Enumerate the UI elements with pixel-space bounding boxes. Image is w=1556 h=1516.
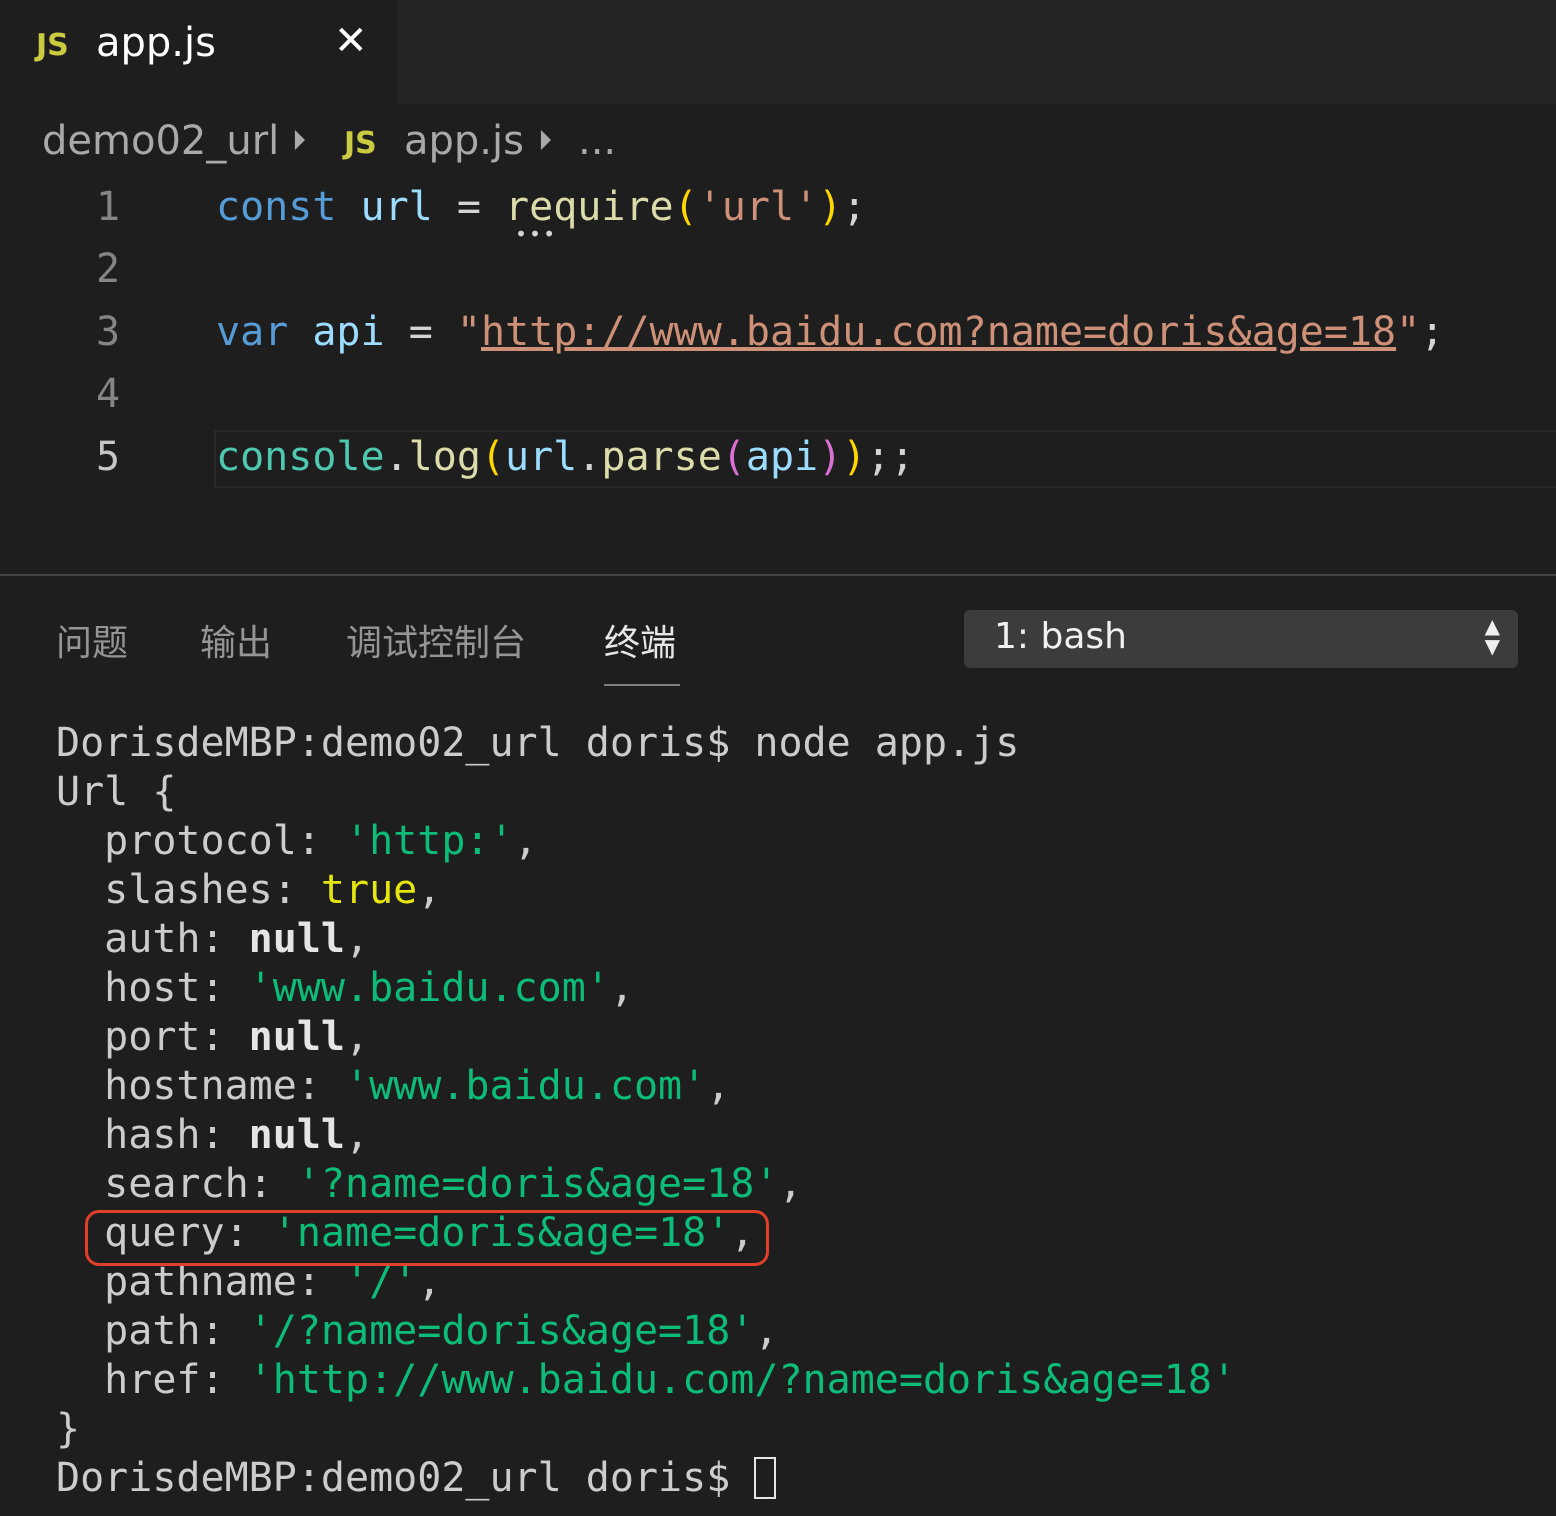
terminal-select[interactable]: 1: bash ▲ ▼ (964, 610, 1518, 668)
terminal-field-line: protocol: 'http:', (56, 818, 538, 867)
code-line-1: 1 const url = require('url'); (0, 180, 1556, 242)
tab-output[interactable]: 输出 (200, 614, 272, 666)
field-tail: , (513, 818, 538, 864)
line-number: 1 (96, 184, 121, 230)
field-value: 'http://www.baidu.com/?name=doris&age=18… (248, 1357, 1237, 1403)
terminal-field-line: hostname: 'www.baidu.com', (56, 1063, 730, 1112)
field-key: port: (56, 1014, 249, 1060)
code-line-3: 3 var api = "http://www.baidu.com?name=d… (0, 305, 1556, 367)
field-tail: , (344, 1014, 370, 1060)
line-number: 3 (96, 309, 121, 355)
field-key: hostname: (56, 1063, 345, 1109)
breadcrumb-more[interactable]: ... (578, 118, 616, 164)
field-key: slashes: (56, 867, 321, 913)
tab-app-js[interactable]: JS app.js ✕ (0, 0, 398, 104)
code-line-5: 5 console.log(url.parse(api));; (0, 430, 1556, 492)
chevron-right-icon: ⏵ (292, 124, 307, 157)
field-tail: , (344, 1112, 370, 1158)
line-number: 2 (96, 246, 121, 292)
line-number: 5 (96, 434, 121, 480)
terminal-field-line: pathname: '/', (56, 1259, 441, 1308)
editor-tab-bar: JS app.js ✕ (0, 0, 1556, 104)
close-icon[interactable]: ✕ (334, 18, 368, 64)
terminal-select-value: 1: bash (994, 616, 1127, 657)
terminal-cursor (754, 1457, 777, 1499)
terminal-field-line: hash: null, (56, 1112, 369, 1161)
tab-terminal[interactable]: 终端 (604, 614, 676, 666)
field-value: 'http:' (344, 818, 514, 864)
terminal-field-line: port: null, (56, 1014, 369, 1063)
query-highlight-box (85, 1210, 769, 1266)
terminal-line: Url { (56, 769, 177, 815)
terminal-prompt-line: DorisdeMBP:demo02_url doris$ (56, 1455, 777, 1504)
field-value: '?name=doris&age=18' (296, 1161, 779, 1207)
field-key: protocol: (56, 818, 345, 864)
terminal-field-line: host: 'www.baidu.com', (56, 965, 634, 1014)
js-file-icon: JS (36, 28, 69, 63)
field-key: host: (56, 965, 249, 1011)
field-key: auth: (56, 916, 249, 962)
chevron-right-icon: ⏵ (538, 124, 553, 157)
terminal-line: DorisdeMBP:demo02_url doris$ node app.js (56, 720, 1020, 766)
updown-arrows-icon: ▲ ▼ (1484, 614, 1500, 658)
code-text: console.log(url.parse(api));; (216, 434, 915, 480)
breadcrumb-file[interactable]: app.js (404, 118, 524, 164)
code-line-2: 2 (0, 242, 1556, 304)
field-value: '/?name=doris&age=18' (248, 1308, 755, 1354)
field-tail: , (706, 1063, 731, 1109)
tab-problems[interactable]: 问题 (56, 614, 128, 666)
field-value: true (320, 867, 418, 913)
code-line-4: 4 (0, 367, 1556, 429)
js-file-icon: JS (344, 126, 377, 161)
field-value: null (248, 916, 345, 962)
line-number: 4 (96, 371, 121, 417)
terminal-prompt: DorisdeMBP:demo02_url doris$ (56, 1455, 755, 1501)
field-value: 'www.baidu.com' (248, 965, 610, 1011)
field-tail: , (754, 1308, 779, 1354)
field-value: null (248, 1014, 345, 1060)
terminal-field-line: search: '?name=doris&age=18', (56, 1161, 803, 1210)
tab-debug-console[interactable]: 调试控制台 (346, 614, 526, 666)
field-key: hash: (56, 1112, 249, 1158)
breadcrumb-folder[interactable]: demo02_url (42, 118, 279, 164)
field-value: 'www.baidu.com' (344, 1063, 707, 1109)
terminal-output[interactable]: DorisdeMBP:demo02_url doris$ node app.js… (56, 720, 1536, 1510)
terminal-field-line: auth: null, (56, 916, 369, 965)
field-key: search: (56, 1161, 297, 1207)
field-tail: , (778, 1161, 803, 1207)
terminal-field-line: path: '/?name=doris&age=18', (56, 1308, 778, 1357)
terminal-line: } (56, 1406, 81, 1452)
tab-label: app.js (96, 20, 216, 66)
field-tail: , (609, 965, 634, 1011)
field-key: path: (56, 1308, 249, 1354)
field-key: href: (56, 1357, 249, 1403)
field-value: null (248, 1112, 345, 1158)
terminal-field-line: href: 'http://www.baidu.com/?name=doris&… (56, 1357, 1236, 1406)
active-tab-indicator (604, 684, 680, 686)
field-tail: , (344, 916, 370, 962)
code-text: var api = "http://www.baidu.com?name=dor… (216, 309, 1445, 355)
panel-divider[interactable] (0, 574, 1556, 576)
terminal-field-line: slashes: true, (56, 867, 441, 916)
url-link[interactable]: http://www.baidu.com?name=doris&age=18 (481, 309, 1396, 355)
code-editor[interactable]: 1 const url = require('url'); ••• 2 3 va… (0, 180, 1556, 570)
field-tail: , (417, 867, 442, 913)
